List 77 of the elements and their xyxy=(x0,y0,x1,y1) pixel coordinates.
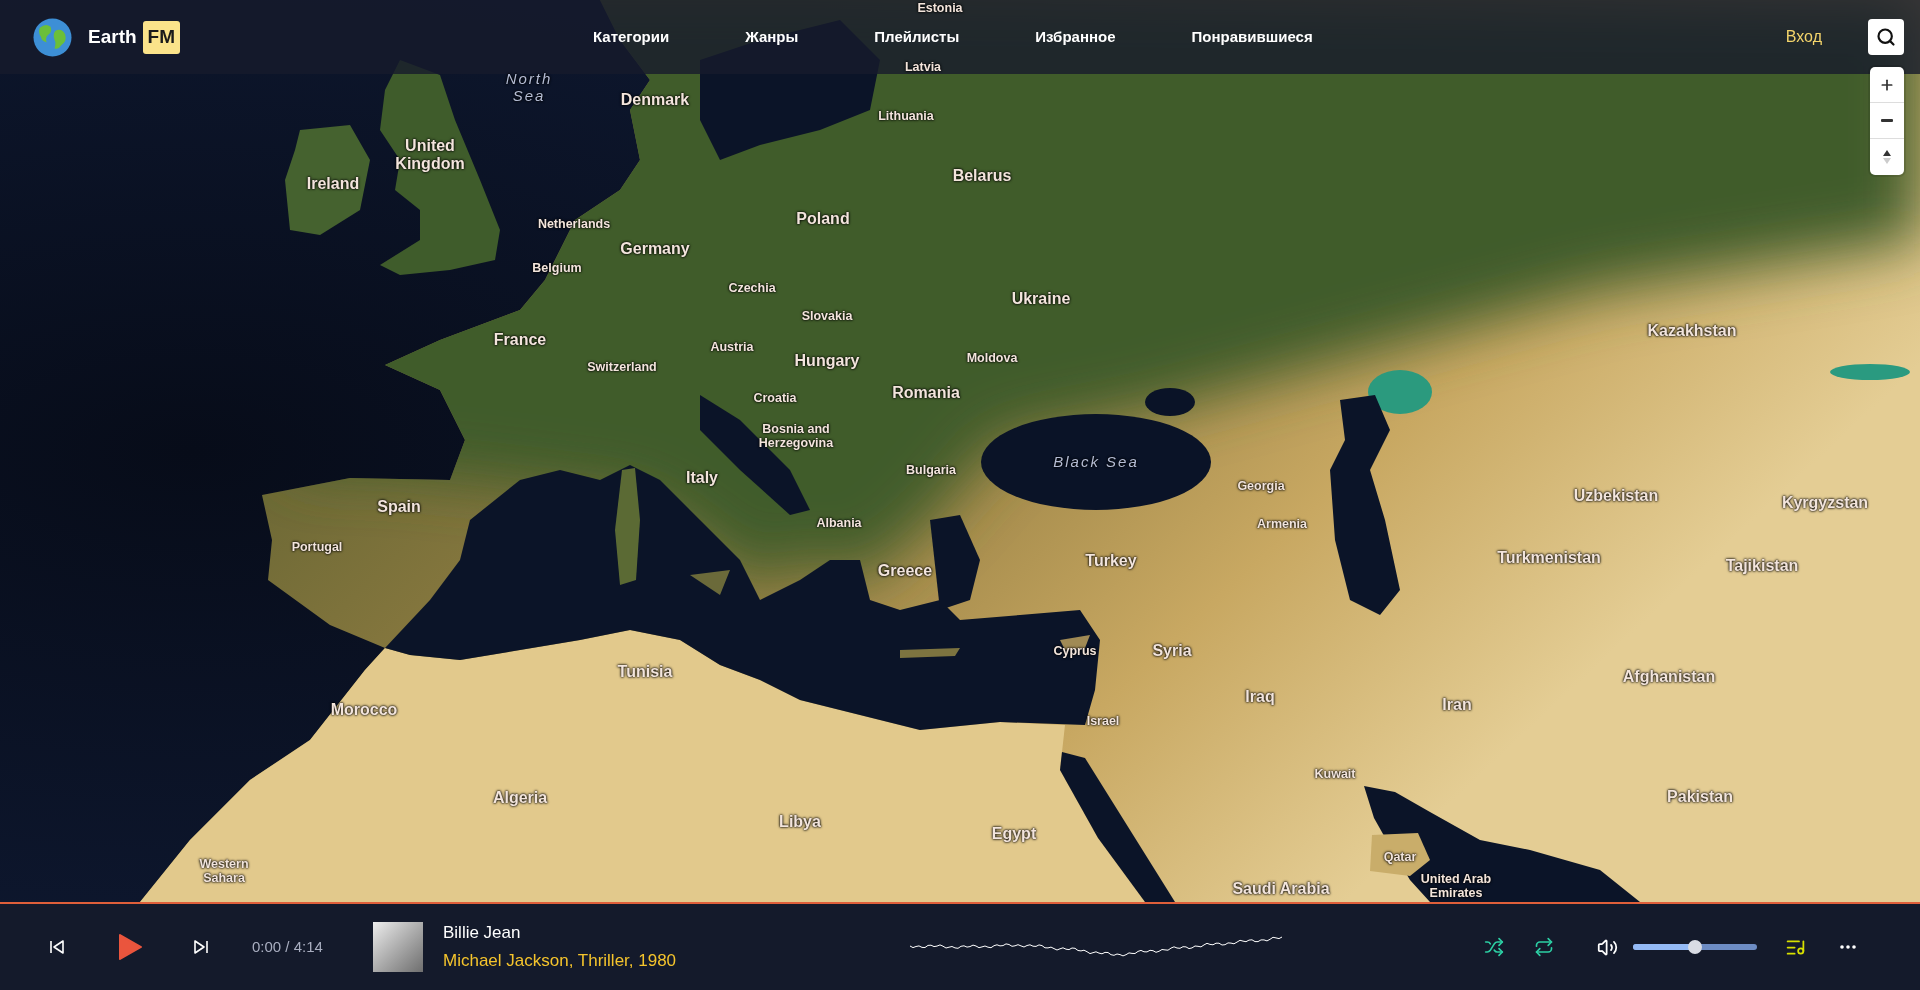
volume-slider[interactable] xyxy=(1633,940,1757,954)
country-label: France xyxy=(493,330,547,350)
album-art-placeholder xyxy=(373,922,423,972)
country-label: Ukraine xyxy=(1011,289,1071,309)
country-label: Denmark xyxy=(620,90,690,110)
country-label: Lithuania xyxy=(878,108,934,124)
country-label: Libya xyxy=(779,812,821,832)
search-button[interactable] xyxy=(1868,19,1904,55)
globe-icon xyxy=(33,17,72,57)
track-subtitle: Michael Jackson, Thriller, 1980 xyxy=(443,950,678,972)
country-label: Qatar xyxy=(1383,849,1417,865)
country-label: Italy xyxy=(686,468,718,488)
country-label: Bosnia and Herzegovina xyxy=(757,421,835,451)
country-label: Austria xyxy=(710,339,754,355)
country-label: Saudi Arabia xyxy=(1232,879,1330,899)
country-label: Tajikistan xyxy=(1725,556,1799,576)
country-label: Iraq xyxy=(1245,687,1275,707)
country-label: Greece xyxy=(877,561,933,581)
login-link[interactable]: Вход xyxy=(1785,25,1822,49)
country-label: Kyrgyzstan xyxy=(1781,493,1869,513)
country-label: Pakistan xyxy=(1667,787,1733,807)
sea-label: Black Sea xyxy=(1053,453,1139,471)
country-label: Switzerland xyxy=(587,359,657,375)
country-label: United Arab Emirates xyxy=(1419,871,1493,901)
country-label: Czechia xyxy=(728,280,776,296)
country-label: Armenia xyxy=(1257,516,1307,532)
minus-icon xyxy=(1881,119,1893,122)
country-label: Germany xyxy=(620,239,690,259)
country-label: Georgia xyxy=(1237,478,1285,494)
country-label: Syria xyxy=(1152,641,1192,661)
country-label: Turkmenistan xyxy=(1497,548,1601,568)
logo-badge: FM xyxy=(142,20,180,54)
country-label: Hungary xyxy=(794,351,860,371)
nav-link[interactable]: Избранное xyxy=(1035,25,1116,49)
country-label: Western Sahara xyxy=(198,856,250,886)
country-label: Afghanistan xyxy=(1622,667,1716,687)
country-label: Morocco xyxy=(330,700,398,720)
volume-thumb[interactable] xyxy=(1688,940,1702,954)
country-label: Belgium xyxy=(532,260,582,276)
country-label: Kazakhstan xyxy=(1647,321,1737,341)
skip-back-icon xyxy=(48,938,66,956)
country-label: Estonia xyxy=(917,0,963,16)
country-label: Latvia xyxy=(904,59,942,75)
country-label: Poland xyxy=(796,209,850,229)
country-label: Cyprus xyxy=(1053,643,1097,659)
country-label: Albania xyxy=(816,515,862,531)
country-label: Bulgaria xyxy=(906,462,956,478)
country-label: Netherlands xyxy=(537,216,611,232)
search-icon xyxy=(1876,27,1896,47)
nav-link[interactable]: Категории xyxy=(593,25,670,49)
compass-icon xyxy=(1883,150,1891,164)
country-label: Spain xyxy=(377,497,421,517)
nav-link[interactable]: Жанры xyxy=(745,25,799,49)
country-label: Tunisia xyxy=(617,662,673,682)
logo-text: Earth xyxy=(88,24,137,49)
country-label: United Kingdom xyxy=(394,136,466,174)
nav-link[interactable]: Плейлисты xyxy=(874,25,960,49)
country-label: Portugal xyxy=(291,539,343,555)
country-label: Uzbekistan xyxy=(1573,486,1659,506)
country-label: Kuwait xyxy=(1314,766,1356,782)
country-label: Algeria xyxy=(492,788,548,808)
country-label: Israel xyxy=(1086,713,1120,729)
country-label: Egypt xyxy=(991,824,1037,844)
country-label: Iran xyxy=(1442,695,1472,715)
country-label: Ireland xyxy=(306,174,360,194)
sea-label: North Sea xyxy=(504,69,554,105)
more-icon xyxy=(1840,945,1856,949)
country-label: Moldova xyxy=(966,350,1018,366)
country-label: Romania xyxy=(892,383,960,403)
country-label: Croatia xyxy=(753,390,797,406)
track-title: Billie Jean xyxy=(443,922,522,944)
nav-link[interactable]: Понравившиеся xyxy=(1191,25,1313,49)
skip-forward-icon xyxy=(192,938,210,956)
country-label: Belarus xyxy=(952,166,1012,186)
country-label: Slovakia xyxy=(801,308,853,324)
country-label: Turkey xyxy=(1085,551,1137,571)
time-display: 0:00 / 4:14 xyxy=(252,936,324,957)
